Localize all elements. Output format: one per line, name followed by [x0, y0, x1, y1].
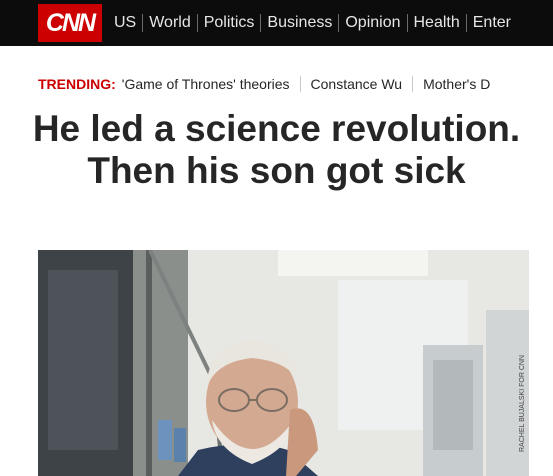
nav-item-health[interactable]: Health — [414, 14, 460, 32]
nav-divider — [406, 14, 408, 32]
hero-photo-illustration — [38, 250, 529, 476]
trending-bar: TRENDING: 'Game of Thrones' theories Con… — [38, 74, 490, 94]
trending-link-mothers-day[interactable]: Mother's D — [423, 76, 490, 92]
nav-item-business[interactable]: Business — [267, 14, 332, 32]
nav-item-world[interactable]: World — [149, 14, 191, 32]
trending-link-constance-wu[interactable]: Constance Wu — [311, 76, 403, 92]
trending-link-game-of-thrones[interactable]: 'Game of Thrones' theories — [122, 76, 290, 92]
nav-item-entertainment[interactable]: Enter — [473, 14, 511, 32]
nav-item-politics[interactable]: Politics — [204, 14, 255, 32]
nav-item-opinion[interactable]: Opinion — [345, 14, 400, 32]
logo-text: CNN — [45, 8, 96, 37]
trending-label: TRENDING: — [38, 76, 116, 92]
trending-divider — [412, 76, 414, 92]
article-hero-photo — [38, 250, 529, 476]
nav-divider — [338, 14, 340, 32]
nav-divider — [465, 14, 467, 32]
main-nav: US World Politics Business Opinion Healt… — [114, 12, 511, 34]
trending-divider — [299, 76, 301, 92]
nav-divider — [260, 14, 262, 32]
top-nav-bar: CNN US World Politics Business Opinion H… — [0, 0, 553, 46]
photo-credit: RACHEL BUJALSKI FOR CNN — [519, 355, 526, 452]
nav-divider — [196, 14, 198, 32]
article-headline: He led a science revolution. Then his so… — [32, 108, 521, 191]
nav-item-us[interactable]: US — [114, 14, 136, 32]
cnn-logo[interactable]: CNN — [38, 4, 102, 42]
nav-divider — [142, 14, 144, 32]
